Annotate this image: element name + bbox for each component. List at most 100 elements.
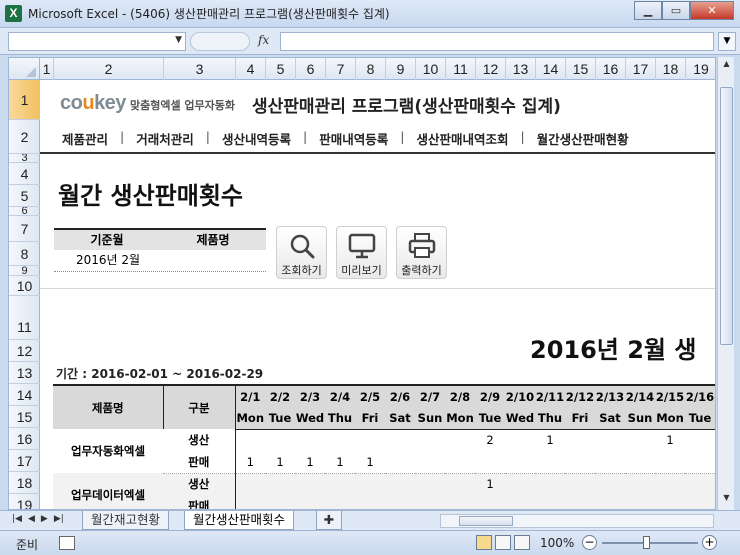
count-cell[interactable] [565,495,595,509]
kind-cell[interactable]: 판매 [163,495,236,509]
count-cell[interactable] [505,495,535,509]
count-cell[interactable] [385,429,415,451]
zoom-out-icon[interactable]: − [582,535,597,550]
first-sheet-icon[interactable]: |◀ [12,514,22,524]
count-cell[interactable]: 1 [235,451,265,474]
row-header[interactable]: 8 [9,242,40,266]
count-cell[interactable] [685,429,715,451]
print-button[interactable]: 출력하기 [396,226,447,279]
macro-record-icon[interactable] [59,536,75,550]
prev-sheet-icon[interactable]: ◀ [28,514,35,524]
formula-input[interactable] [280,32,714,51]
count-cell[interactable] [535,451,565,474]
excel-app-icon[interactable]: X [5,5,22,22]
count-cell[interactable]: 1 [655,429,685,451]
column-header[interactable]: 15 [566,58,596,80]
expand-formula-bar-icon[interactable]: ▼ [718,32,736,51]
count-cell[interactable] [565,473,595,495]
zoom-slider[interactable] [602,542,698,544]
count-cell[interactable] [325,429,355,451]
row-header[interactable]: 1 [9,80,40,120]
row-header[interactable]: 2 [9,120,40,154]
nav-product-management[interactable]: 제품관리 [54,129,116,148]
zoom-level[interactable]: 100% [540,536,574,550]
column-header[interactable]: 12 [476,58,506,80]
row-header[interactable]: 3 [9,154,40,163]
row-header[interactable]: 19 [9,494,40,510]
row-header[interactable]: 16 [9,428,40,450]
kind-cell[interactable]: 생산 [163,473,236,495]
count-cell[interactable] [295,495,325,509]
count-cell[interactable] [595,473,625,495]
scroll-down-icon[interactable]: ▼ [720,493,733,507]
insert-sheet-icon[interactable]: ✚ [316,511,342,530]
count-cell[interactable] [385,473,415,495]
search-button[interactable]: 조회하기 [276,226,327,279]
nav-history-search[interactable]: 생산판매내역조회 [408,129,516,148]
column-header[interactable]: 6 [296,58,326,80]
row-header[interactable]: 12 [9,340,40,362]
count-cell[interactable] [325,495,355,509]
count-cell[interactable] [445,429,475,451]
kind-cell[interactable]: 생산 [163,429,236,451]
normal-view-button[interactable] [476,535,492,550]
count-cell[interactable]: 1 [535,429,565,451]
count-cell[interactable]: 1 [475,473,505,495]
page-break-view-button[interactable] [514,535,530,550]
count-cell[interactable] [415,495,445,509]
row-header[interactable]: 13 [9,362,40,384]
count-cell[interactable] [385,495,415,509]
count-cell[interactable] [505,429,535,451]
preview-button[interactable]: 미리보기 [336,226,387,279]
nav-sales-entry[interactable]: 판매내역등록 [311,129,396,148]
row-header[interactable]: 4 [9,163,40,185]
column-header[interactable]: 2 [54,58,164,80]
vertical-scrollbar[interactable]: ▲ ▼ [717,57,734,510]
count-cell[interactable] [505,451,535,474]
count-cell[interactable] [355,495,385,509]
count-cell[interactable] [415,429,445,451]
count-cell[interactable] [595,451,625,474]
row-header[interactable]: 9 [9,266,40,276]
count-cell[interactable] [565,429,595,451]
vertical-scroll-thumb[interactable] [720,87,733,345]
count-cell[interactable] [655,451,685,474]
column-header[interactable]: 17 [626,58,656,80]
column-header[interactable]: 16 [596,58,626,80]
column-header[interactable]: 5 [266,58,296,80]
count-cell[interactable] [265,429,295,451]
count-cell[interactable] [685,451,715,474]
count-cell[interactable] [265,495,295,509]
maximize-button[interactable]: ▭ [662,1,690,20]
row-header[interactable]: 7 [9,216,40,242]
product-name-cell[interactable]: 업무자동화엑셀 [53,429,163,473]
row-header[interactable]: 15 [9,406,40,428]
count-cell[interactable] [385,451,415,474]
count-cell[interactable] [235,429,265,451]
month-input[interactable]: 2016년 2월 [54,250,171,271]
zoom-in-icon[interactable]: + [702,535,717,550]
count-cell[interactable] [655,495,685,509]
column-header[interactable]: 7 [326,58,356,80]
insert-function-button[interactable]: fx [258,33,269,47]
count-cell[interactable]: 1 [265,451,295,474]
count-cell[interactable] [475,451,505,474]
count-cell[interactable] [415,451,445,474]
column-header[interactable]: 1 [40,58,54,80]
count-cell[interactable] [595,429,625,451]
count-cell[interactable] [685,495,715,509]
column-header[interactable]: 18 [656,58,686,80]
select-all-button[interactable] [9,58,40,80]
row-header[interactable]: 10 [9,276,40,296]
count-cell[interactable] [625,451,655,474]
count-cell[interactable] [625,429,655,451]
count-cell[interactable] [445,495,475,509]
count-cell[interactable] [625,473,655,495]
count-cell[interactable] [295,429,325,451]
column-header[interactable]: 11 [446,58,476,80]
kind-cell[interactable]: 판매 [163,451,236,474]
count-cell[interactable] [655,473,685,495]
count-cell[interactable] [265,473,295,495]
count-cell[interactable]: 1 [325,451,355,474]
count-cell[interactable] [235,473,265,495]
